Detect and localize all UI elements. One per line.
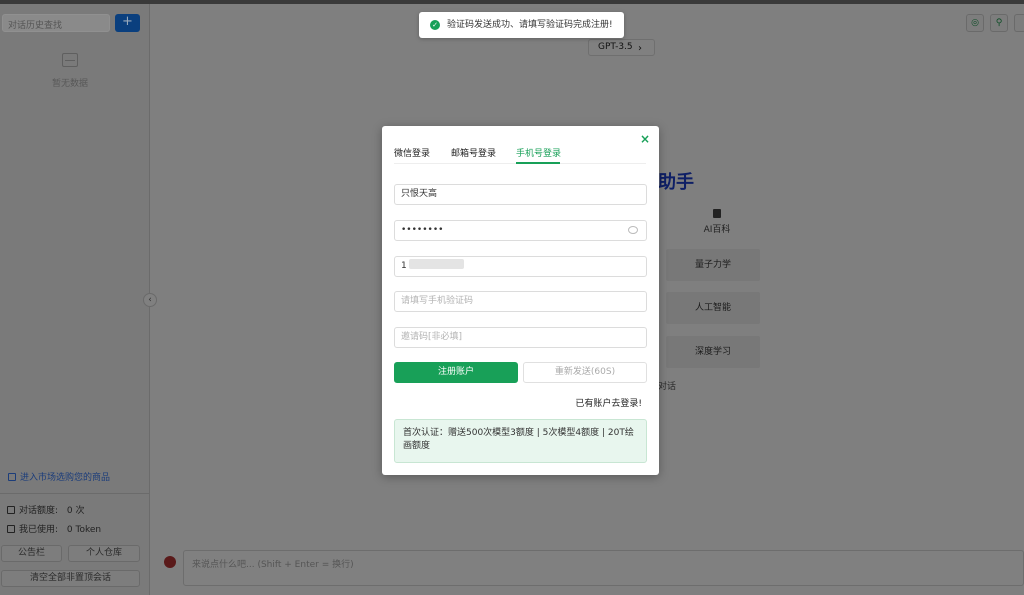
login-modal: × 微信登录 邮箱号登录 手机号登录 只恨天高 •••••••• 1 请填写手机… [382,126,659,475]
history-search-input[interactable]: 对话历史查找 [2,14,110,32]
model-selector[interactable]: GPT-3.5 › [588,39,655,56]
redacted-phone [408,259,464,269]
prompt-card[interactable]: 人工智能 [666,292,760,324]
notice-button[interactable]: 公告栏 [1,545,62,562]
assistant-title-fragment: 助手 [658,172,694,193]
wallet-icon [7,506,15,514]
ai-encyclopedia[interactable]: AI百科 [700,209,734,235]
active-tab-indicator [516,162,560,164]
hourglass-icon [7,525,15,533]
eye-icon[interactable] [628,226,638,234]
sidebar: 对话历史查找 + 暂无数据 进入市场选购您的商品 对话额度: 0 次 我已使用:… [0,4,150,595]
tab-phone-login[interactable]: 手机号登录 [516,146,561,159]
empty-state-text: 暂无数据 [51,79,88,89]
plugin-icon[interactable] [164,556,176,568]
resend-code-button[interactable]: 重新发送(60S) [523,362,647,383]
quota-label: 对话额度: [19,506,59,516]
user-settings-icon[interactable]: ⚲ [990,14,1008,32]
phone-field[interactable]: 1 [394,256,647,277]
tab-email-login[interactable]: 邮箱号登录 [451,146,496,159]
warehouse-label: 个人仓库 [85,548,122,558]
register-button[interactable]: 注册账户 [394,362,518,383]
promo-notice: 首次认证：赠送500次模型3额度 | 5次模型4额度 | 20T绘画额度 [394,419,647,463]
check-circle-icon: ✓ [430,20,440,30]
tab-wechat-login[interactable]: 微信登录 [394,146,430,159]
prompt-card[interactable]: 深度学习 [666,336,760,368]
wechat-icon[interactable]: ◎ [966,14,984,32]
phone-prefix: 1 [401,261,407,271]
empty-inbox-icon [62,53,78,67]
password-field[interactable]: •••••••• [394,220,647,241]
chat-input[interactable]: 来说点什么吧... (Shift + Enter = 换行) [183,550,1024,586]
new-chat-button[interactable]: + [115,14,140,32]
warehouse-button[interactable]: 个人仓库 [68,545,140,562]
more-icon[interactable] [1014,14,1024,32]
side-text: 对话 [658,382,677,392]
clear-sessions-button[interactable]: 清空全部非置顶会话 [1,570,140,587]
go-login-link[interactable]: 已有账户去登录! [575,396,642,409]
clear-sessions-label: 清空全部非置顶会话 [29,573,111,583]
ai-encyclopedia-label: AI百科 [703,225,731,235]
market-link-label: 进入市场选购您的商品 [20,473,111,483]
notice-label: 公告栏 [17,548,45,558]
sidebar-collapse-button[interactable]: ‹ [143,293,157,307]
sms-code-field[interactable]: 请填写手机验证码 [394,291,647,312]
used-value: 0 Token [66,525,102,535]
chat-input-placeholder: 来说点什么吧... (Shift + Enter = 换行) [192,560,354,570]
username-field[interactable]: 只恨天高 [394,184,647,205]
sidebar-divider [0,493,150,494]
book-icon [713,209,721,218]
success-toast: ✓ 验证码发送成功、请填写验证码完成注册! [419,12,624,38]
model-name: GPT-3.5 [598,42,633,52]
password-value: •••••••• [401,225,444,235]
quota-stat: 对话额度: 0 次 [7,503,85,516]
used-label: 我已使用: [19,525,59,535]
used-stat: 我已使用: 0 Token [7,522,101,535]
toast-message: 验证码发送成功、请填写验证码完成注册! [447,20,613,30]
chevron-right-icon: › [638,43,642,54]
shop-icon [8,473,16,481]
login-tabs: 微信登录 邮箱号登录 手机号登录 [394,144,646,164]
market-link[interactable]: 进入市场选购您的商品 [8,470,110,483]
quota-value: 0 次 [66,506,85,516]
invite-code-field[interactable]: 邀请码[非必填] [394,327,647,348]
prompt-card[interactable]: 量子力学 [666,249,760,281]
